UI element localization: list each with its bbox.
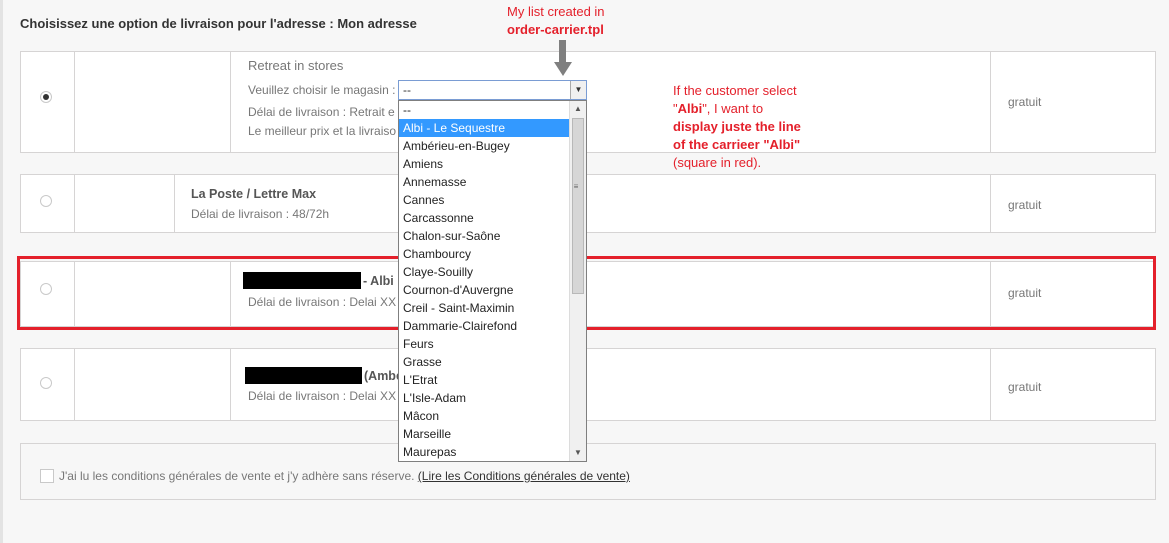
- store-dropdown-list[interactable]: -- Albi - Le Sequestre Ambérieu-en-Bugey Am…: [398, 100, 587, 462]
- annotation-top: My list created in order-carrier.tpl: [507, 3, 605, 39]
- annotation-top-line2: order-carrier.tpl: [507, 22, 604, 37]
- dropdown-option[interactable]: Maurepas: [399, 443, 570, 461]
- carrier-option-retreat-in-stores[interactable]: Retreat in stores Veuillez choisir le ma…: [20, 51, 1156, 153]
- dropdown-option[interactable]: Ambérieu-en-Bugey: [399, 137, 570, 155]
- dropdown-option[interactable]: L'Isle-Adam: [399, 389, 570, 407]
- carrier-title: La Poste / Lettre Max: [191, 187, 317, 201]
- carrier-best-price: Le meilleur prix et la livraiso: [248, 124, 397, 138]
- dropdown-option[interactable]: Cannes: [399, 191, 570, 209]
- annotation-right-line2: "Albi", I want to: [673, 101, 764, 116]
- dropdown-options: -- Albi - Le Sequestre Ambérieu-en-Bugey Am…: [399, 101, 570, 461]
- carrier-option-amberieu[interactable]: (Ambe Délai de livraison : Delai XX grat…: [20, 348, 1156, 421]
- arrow-down-icon: [559, 40, 566, 64]
- terms-label: J'ai lu les conditions générales de vent…: [59, 469, 415, 483]
- grip-icon: ≡: [573, 182, 579, 191]
- dropdown-option[interactable]: Albi - Le Sequestre: [399, 119, 570, 137]
- carrier-price: gratuit: [1008, 95, 1042, 109]
- dropdown-option[interactable]: Grasse: [399, 353, 570, 371]
- dropdown-option[interactable]: Mâcon: [399, 407, 570, 425]
- scroll-up-icon[interactable]: ▲: [570, 101, 586, 117]
- dropdown-option[interactable]: Feurs: [399, 335, 570, 353]
- annotation-top-line1: My list created in: [507, 4, 605, 19]
- terms-checkbox[interactable]: [40, 469, 54, 483]
- annotation-right-line3: display juste the line: [673, 119, 801, 134]
- carrier-delay: Délai de livraison : Delai XX: [248, 295, 397, 309]
- carrier-radio[interactable]: [40, 377, 52, 389]
- carrier-delay: Délai de livraison : 48/72h: [191, 207, 330, 221]
- dropdown-option[interactable]: Dammarie-Clairefond: [399, 317, 570, 335]
- terms-text: J'ai lu les conditions générales de vent…: [59, 469, 630, 483]
- terms-link[interactable]: (Lire les Conditions générales de vente): [418, 469, 630, 483]
- dropdown-option[interactable]: Carcassonne: [399, 209, 570, 227]
- chevron-down-icon[interactable]: ▼: [570, 81, 586, 99]
- dropdown-option[interactable]: Annemasse: [399, 173, 570, 191]
- terms-section: J'ai lu les conditions générales de vent…: [20, 443, 1156, 500]
- redacted-carrier-name: [245, 367, 362, 384]
- store-select-value: --: [403, 83, 411, 97]
- carrier-price: gratuit: [1008, 286, 1042, 300]
- carrier-radio[interactable]: [40, 195, 52, 207]
- carrier-delay: Délai de livraison : Delai XX: [248, 389, 397, 403]
- dropdown-option[interactable]: --: [399, 101, 570, 119]
- dropdown-option[interactable]: Amiens: [399, 155, 570, 173]
- dropdown-option[interactable]: Chalon-sur-Saône: [399, 227, 570, 245]
- dropdown-option[interactable]: Chambourcy: [399, 245, 570, 263]
- annotation-right-line1: If the customer select: [673, 83, 797, 98]
- carrier-price: gratuit: [1008, 380, 1042, 394]
- carrier-radio[interactable]: [40, 283, 52, 295]
- dropdown-option[interactable]: L'Etrat: [399, 371, 570, 389]
- dropdown-option[interactable]: Creil - Saint-Maximin: [399, 299, 570, 317]
- store-select[interactable]: -- ▼: [398, 80, 587, 100]
- scroll-down-icon[interactable]: ▼: [570, 445, 586, 461]
- dropdown-option[interactable]: Marseille: [399, 425, 570, 443]
- arrow-head-icon: [554, 62, 572, 76]
- store-select-label: Veuillez choisir le magasin :: [248, 83, 396, 97]
- page-title: Choisissez une option de livraison pour …: [20, 16, 417, 31]
- dropdown-option[interactable]: Claye-Souilly: [399, 263, 570, 281]
- annotation-right: If the customer select "Albi", I want to…: [673, 82, 801, 172]
- annotation-right-line5: (square in red).: [673, 155, 762, 170]
- scrollbar-thumb[interactable]: [572, 118, 584, 294]
- carrier-title: Retreat in stores: [248, 58, 344, 73]
- carrier-option-albi[interactable]: - Albi Délai de livraison : Delai XX gra…: [20, 261, 1156, 327]
- carrier-option-la-poste[interactable]: La Poste / Lettre Max Délai de livraison…: [20, 174, 1156, 233]
- dropdown-scrollbar[interactable]: ▲ ≡ ▼: [569, 101, 586, 461]
- annotation-right-line4: of the carrieer "Albi": [673, 137, 801, 152]
- carrier-price: gratuit: [1008, 198, 1042, 212]
- dropdown-option[interactable]: Cournon-d'Auvergne: [399, 281, 570, 299]
- redacted-carrier-name: [243, 272, 361, 289]
- page-left-border: [0, 0, 3, 543]
- carrier-delay: Délai de livraison : Retrait e: [248, 105, 395, 119]
- carrier-title-suffix: - Albi: [363, 274, 394, 288]
- carrier-radio[interactable]: [40, 91, 52, 103]
